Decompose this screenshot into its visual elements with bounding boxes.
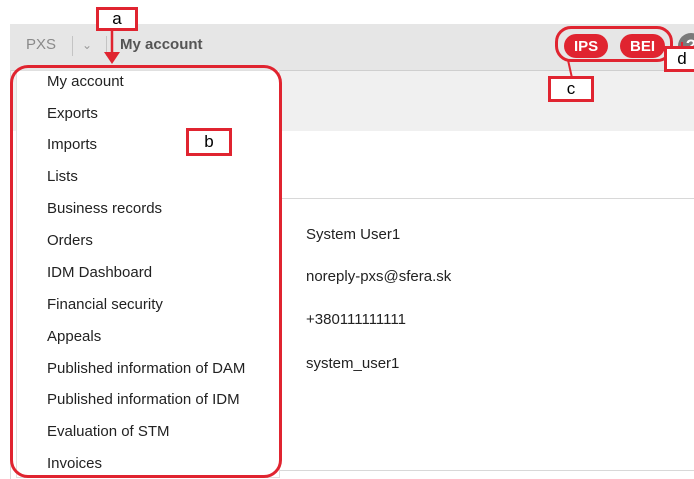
annotation-label-a: a <box>96 7 138 31</box>
section-divider <box>280 198 694 199</box>
profile-name: System User1 <box>306 226 401 243</box>
page-title: My account <box>120 36 203 53</box>
annotation-outline-badges <box>555 26 673 62</box>
annotation-label-d: d <box>664 46 694 72</box>
profile-email: noreply-pxs@sfera.sk <box>306 268 452 285</box>
divider <box>106 36 107 56</box>
section-divider <box>280 470 694 471</box>
divider <box>72 36 73 56</box>
profile-username: system_user1 <box>306 355 400 372</box>
annotation-label-b: b <box>186 128 232 156</box>
brand-label[interactable]: PXS <box>26 36 56 53</box>
profile-phone: +380111111111 <box>306 311 406 328</box>
annotation-label-c: c <box>548 76 594 102</box>
annotation-outline-menu <box>10 65 282 478</box>
chevron-down-icon[interactable]: ⌄ <box>82 38 92 52</box>
